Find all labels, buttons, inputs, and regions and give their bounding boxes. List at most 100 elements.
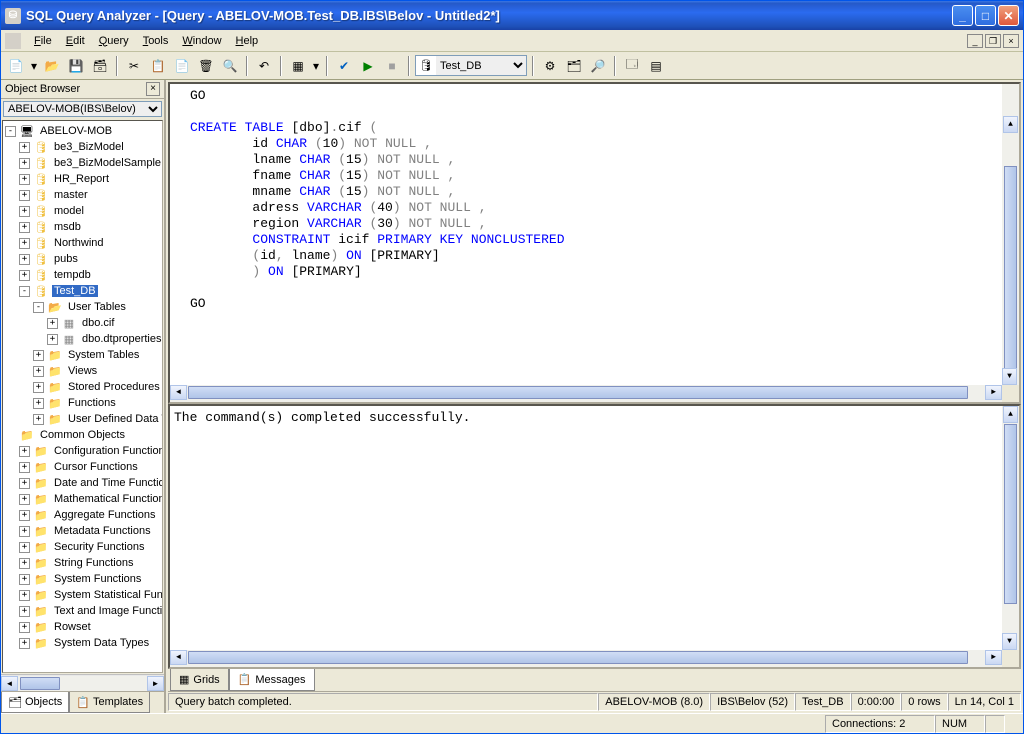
scroll-down-button[interactable]: ▼ (1002, 368, 1017, 385)
database-select[interactable]: Test_DB (436, 56, 526, 75)
mdi-restore-button[interactable]: ❐ (985, 34, 1001, 48)
menu-edit[interactable]: Edit (59, 33, 92, 49)
minimize-button[interactable]: _ (952, 5, 973, 26)
mdi-minimize-button[interactable]: _ (967, 34, 983, 48)
close-button[interactable]: ✕ (998, 5, 1019, 26)
tree-db-node[interactable]: +🛢model (3, 203, 162, 219)
tree-folder-node[interactable]: +📁Views (3, 363, 162, 379)
save-all-button[interactable]: 🗃 (89, 55, 111, 77)
tree-db-node[interactable]: +🛢Northwind (3, 235, 162, 251)
results-pane[interactable]: The command(s) completed successfully. ▲… (168, 404, 1021, 669)
tree-common-node[interactable]: +📁Aggregate Functions (3, 507, 162, 523)
tree-common-node[interactable]: +📁Rowset (3, 619, 162, 635)
tree-server-node[interactable]: -🖥ABELOV-MOB (3, 123, 162, 139)
tree-common-node[interactable]: +📁Date and Time Functions (3, 475, 162, 491)
menu-window[interactable]: Window (175, 33, 228, 49)
tree-common-node[interactable]: +📁System Statistical Functions (3, 587, 162, 603)
status-numlock: NUM (935, 715, 985, 733)
tree-common-node[interactable]: +📁Text and Image Functions (3, 603, 162, 619)
find-button[interactable]: 🔍 (219, 55, 241, 77)
editor-hscrollbar[interactable]: ◄ ► (170, 385, 1002, 402)
open-button[interactable]: 📂 (41, 55, 63, 77)
scroll-down-button[interactable]: ▼ (1002, 633, 1017, 650)
object-browser-close-button[interactable]: × (146, 82, 160, 96)
mode-dropdown-button[interactable]: ▾ (311, 55, 321, 77)
mdi-close-button[interactable]: × (1003, 34, 1019, 48)
tree-common-node[interactable]: +📁String Functions (3, 555, 162, 571)
tree-table-node[interactable]: +▦dbo.dtproperties (3, 331, 162, 347)
parse-button[interactable]: ✔ (333, 55, 355, 77)
new-query-button[interactable]: 📄 (5, 55, 27, 77)
cut-button[interactable]: ✂ (123, 55, 145, 77)
tree-common-node[interactable]: +📁Configuration Functions (3, 443, 162, 459)
scroll-left-button[interactable]: ◄ (170, 385, 187, 400)
object-tree[interactable]: -🖥ABELOV-MOB +🛢be3_BizModel+🛢be3_BizMode… (2, 120, 163, 673)
scroll-right-button[interactable]: ► (147, 676, 164, 691)
tree-common-objects[interactable]: 📁Common Objects (3, 427, 162, 443)
menu-query[interactable]: Query (92, 33, 136, 49)
tree-table-node[interactable]: +▦dbo.cif (3, 315, 162, 331)
maximize-button[interactable]: □ (975, 5, 996, 26)
tree-db-node[interactable]: +🛢be3_BizModel (3, 139, 162, 155)
tree-common-node[interactable]: +📁Security Functions (3, 539, 162, 555)
tree-db-node[interactable]: +🛢master (3, 187, 162, 203)
results-hscrollbar[interactable]: ◄ ► (170, 650, 1002, 667)
tree-folder-node[interactable]: +📁Functions (3, 395, 162, 411)
stop-button[interactable]: ■ (381, 55, 403, 77)
scroll-right-button[interactable]: ► (985, 650, 1002, 665)
paste-button[interactable]: 📄 (171, 55, 193, 77)
execute-button[interactable]: ▶ (357, 55, 379, 77)
titlebar[interactable]: ⛁ SQL Query Analyzer - [Query - ABELOV-M… (1, 1, 1023, 30)
scroll-up-button[interactable]: ▲ (1003, 116, 1018, 133)
execute-mode-button[interactable]: ▦ (287, 55, 309, 77)
vscroll-thumb[interactable] (1004, 424, 1017, 604)
results-message: The command(s) completed successfully. (174, 410, 470, 425)
save-button[interactable]: 💾 (65, 55, 87, 77)
undo-button[interactable]: ↶ (253, 55, 275, 77)
tree-common-node[interactable]: +📁Cursor Functions (3, 459, 162, 475)
sql-editor[interactable]: GO CREATE TABLE [dbo].cif ( id CHAR (10)… (168, 82, 1021, 404)
results-vscrollbar[interactable]: ▲ ▼ (1002, 406, 1019, 667)
tree-folder-node[interactable]: +📁System Tables (3, 347, 162, 363)
code-text[interactable]: GO CREATE TABLE [dbo].cif ( id CHAR (10)… (190, 88, 1015, 312)
tree-common-node[interactable]: +📁Mathematical Functions (3, 491, 162, 507)
tab-templates[interactable]: 📋Templates (69, 692, 150, 713)
database-selector[interactable]: 🛢 Test_DB (415, 55, 527, 76)
tree-db-testdb[interactable]: -🛢Test_DB (3, 283, 162, 299)
new-dropdown-button[interactable]: ▾ (29, 55, 39, 77)
estimated-plan-button[interactable]: ⚙ (539, 55, 561, 77)
copy-button[interactable]: 📋 (147, 55, 169, 77)
tree-db-node[interactable]: +🛢HR_Report (3, 171, 162, 187)
scroll-thumb[interactable] (20, 677, 60, 690)
tab-grids[interactable]: ▦Grids (170, 669, 229, 691)
hscroll-thumb[interactable] (188, 651, 968, 664)
tree-db-node[interactable]: +🛢msdb (3, 219, 162, 235)
scroll-left-button[interactable]: ◄ (1, 676, 18, 691)
object-search-button[interactable]: 🔎 (587, 55, 609, 77)
tree-common-node[interactable]: +📁System Functions (3, 571, 162, 587)
scroll-up-button[interactable]: ▲ (1003, 406, 1018, 423)
tree-db-node[interactable]: +🛢pubs (3, 251, 162, 267)
current-conn-button[interactable]: 🗔 (621, 55, 643, 77)
tree-folder-node[interactable]: +📁User Defined Data Types (3, 411, 162, 427)
connection-select[interactable]: ABELOV-MOB(IBS\Belov) (3, 101, 162, 117)
scroll-left-button[interactable]: ◄ (170, 650, 187, 665)
menu-tools[interactable]: Tools (136, 33, 176, 49)
editor-vscrollbar[interactable]: ▲ ▼ (1002, 84, 1019, 402)
tree-user-tables-folder[interactable]: -📂User Tables (3, 299, 162, 315)
tree-common-node[interactable]: +📁Metadata Functions (3, 523, 162, 539)
tree-db-node[interactable]: +🛢tempdb (3, 267, 162, 283)
menu-help[interactable]: Help (229, 33, 266, 49)
tree-common-node[interactable]: +📁System Data Types (3, 635, 162, 651)
tree-folder-node[interactable]: +📁Stored Procedures (3, 379, 162, 395)
clear-window-button[interactable]: 🗑 (195, 55, 217, 77)
object-browser-button[interactable]: 🗂 (563, 55, 585, 77)
scroll-right-button[interactable]: ► (985, 385, 1002, 400)
hscroll-thumb[interactable] (188, 386, 968, 399)
tab-messages[interactable]: 📋Messages (229, 669, 315, 691)
menu-file[interactable]: File (27, 33, 59, 49)
show-results-button[interactable]: ▤ (645, 55, 667, 77)
tab-objects[interactable]: 🗂Objects (1, 692, 69, 713)
tree-db-node[interactable]: +🛢be3_BizModelSample (3, 155, 162, 171)
tree-hscrollbar[interactable]: ◄ ► (1, 674, 164, 691)
